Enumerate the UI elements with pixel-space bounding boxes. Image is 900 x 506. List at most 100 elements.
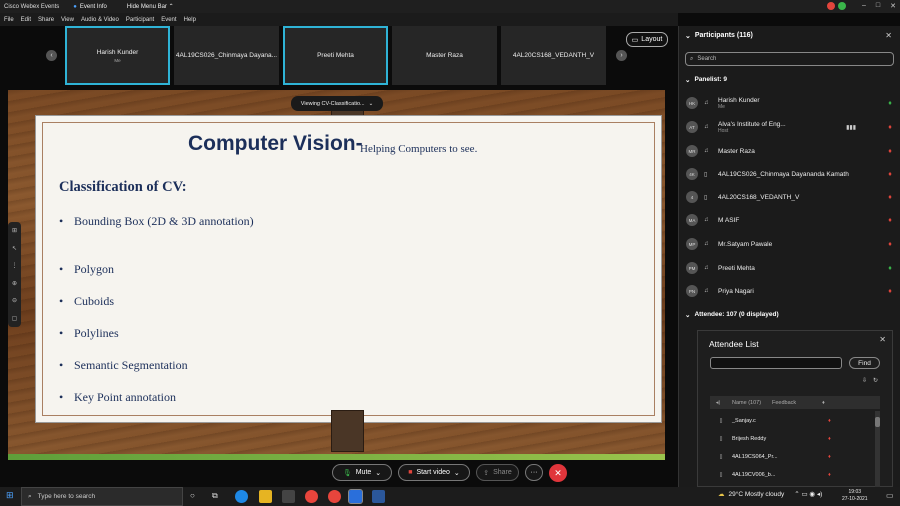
menu-share[interactable]: Share	[38, 17, 54, 23]
video-tile-3[interactable]: Preeti Mehta	[283, 26, 388, 85]
participant-row[interactable]: MP ♫ Mr.Satyam Pawale ♦	[686, 234, 894, 254]
video-tile-5[interactable]: 4AL20CS168_VEDANTH_V	[501, 26, 606, 85]
shared-content: Computer Vision- Helping Computers to se…	[8, 90, 665, 460]
headset-icon: ♫	[704, 100, 709, 106]
cortana-icon[interactable]: ○	[190, 491, 195, 500]
menu-edit[interactable]: Edit	[21, 17, 31, 23]
scroll-thumb[interactable]	[875, 417, 880, 427]
mic-off-icon[interactable]: ♦	[886, 241, 894, 248]
video-tile-1[interactable]: Harish Kunder Me	[65, 26, 170, 85]
mic-off-icon: ♦	[828, 454, 831, 460]
layout-button[interactable]: ▭ Layout	[626, 32, 668, 47]
participant-role: Host	[718, 127, 729, 134]
attendee-row[interactable]: ▯ 4AL19CS064_Pr... ♦	[710, 448, 868, 466]
store-icon[interactable]	[282, 490, 295, 503]
attendee-scrollbar[interactable]	[875, 411, 880, 487]
refresh-icon[interactable]: ↻	[873, 377, 878, 384]
word-icon[interactable]	[372, 490, 385, 503]
mic-off-icon[interactable]: ♦	[886, 217, 894, 224]
tray-icons[interactable]: ⌃ ▭ ◉ ◂)	[794, 490, 822, 498]
mic-off-icon[interactable]: ♦	[886, 124, 894, 131]
mic-off-icon[interactable]: ♦	[886, 288, 894, 295]
headset-icon: ♫	[704, 217, 709, 223]
taskbar-search-placeholder: Type here to search	[37, 493, 96, 500]
profile-dot-icon[interactable]	[838, 2, 846, 10]
hide-menu-bar-button[interactable]: Hide Menu Bar ⌃	[127, 3, 174, 10]
share-button[interactable]: ⇪ Share	[476, 464, 519, 481]
participant-row[interactable]: MA ♫ M ASIF ♦	[686, 210, 894, 230]
headset-icon: ♫	[704, 148, 709, 154]
more-button[interactable]: ···	[525, 464, 543, 481]
attendee-row[interactable]: ▯ _Sanjay.c ♦	[710, 412, 868, 430]
menu-participant[interactable]: Participant	[126, 17, 154, 23]
close-icon[interactable]: ✕	[879, 335, 886, 344]
participant-row[interactable]: 4 ▯ 4AL20CS168_VEDANTH_V ♦	[686, 187, 894, 207]
participant-row[interactable]: PN ♫ Priya Nagari ♦	[686, 281, 894, 301]
taskbar-search-input[interactable]: ⌕ Type here to search	[21, 487, 183, 506]
video-tile-4[interactable]: Master Raza	[392, 26, 497, 85]
file-explorer-icon[interactable]	[259, 490, 272, 503]
minimize-icon[interactable]: –	[862, 2, 866, 10]
col-name[interactable]: Name (107)	[726, 400, 772, 406]
attendee-find-input[interactable]	[710, 357, 842, 369]
windows-start-icon[interactable]: ⊞	[6, 490, 14, 501]
zoom-out-icon[interactable]: ⊖	[12, 297, 17, 304]
zoom-in-icon[interactable]: ⊕	[12, 280, 17, 287]
panelist-section[interactable]: ⌄ Panelist: 9	[685, 76, 727, 84]
participant-row[interactable]: AT ♫ Alva's Institute of Eng... Host ▮▮▮ ♦	[686, 117, 894, 137]
attendee-row[interactable]: ▯ 4AL19CV006_b... ♦	[710, 466, 868, 484]
mute-button[interactable]: 🎙 Mute ⌄	[332, 464, 392, 481]
participant-row[interactable]: HK ♫ Harish Kunder Me ♦	[686, 93, 894, 113]
strip-next-icon[interactable]: ›	[616, 50, 627, 61]
event-info-button[interactable]: ● Event Info	[73, 4, 107, 10]
video-off-icon: ■	[408, 469, 413, 476]
mic-off-icon: ♦	[828, 436, 831, 442]
video-tile-2[interactable]: 4AL19CS026_Chinmaya Dayana...	[174, 26, 279, 85]
leave-button[interactable]: ✕	[549, 464, 567, 482]
start-video-button[interactable]: ■ Start video ⌄	[398, 464, 470, 481]
taskbar-clock[interactable]: 19:03 27-10-2021	[842, 489, 868, 503]
speaker-icon: ◂)	[715, 399, 721, 406]
pointer-icon[interactable]: ↖	[12, 245, 17, 252]
participant-row[interactable]: PM ♫ Preeti Mehta ♦	[686, 258, 894, 278]
export-icon[interactable]: ⇩	[862, 377, 867, 384]
task-view-icon[interactable]: ⧉	[212, 491, 218, 501]
menu-audio-video[interactable]: Audio & Video	[81, 17, 119, 23]
drag-icon[interactable]: ⋮	[12, 262, 18, 269]
participant-row[interactable]: MR ♫ Master Raza ♦	[686, 141, 894, 161]
participant-row[interactable]: 4K ▯ 4AL19CS026_Chinmaya Dayananda Kamath ♦	[686, 164, 894, 184]
video-strip: ‹ Harish Kunder Me 4AL19CS026_Chinmaya Da…	[0, 26, 678, 87]
find-button[interactable]: Find	[849, 357, 880, 369]
expand-icon[interactable]: ⊞	[12, 227, 17, 234]
col-feedback[interactable]: Feedback	[772, 400, 822, 406]
participant-search-input[interactable]: ⌕ Search	[685, 52, 894, 66]
strip-prev-icon[interactable]: ‹	[46, 50, 57, 61]
mic-icon: 🎙	[342, 469, 352, 477]
mic-off-icon[interactable]: ♦	[886, 171, 894, 178]
edge-icon[interactable]	[235, 490, 248, 503]
weather-widget[interactable]: ☁ 29°C Mostly cloudy ⌃ ▭ ◉ ◂)	[718, 490, 822, 499]
panel-close-icon[interactable]: ✕	[885, 31, 892, 40]
webex-taskbar-icon[interactable]	[348, 489, 363, 504]
slide-subtitle: Helping Computers to see.	[360, 143, 478, 155]
mic-on-icon[interactable]: ♦	[886, 100, 894, 107]
mic-on-icon[interactable]: ♦	[886, 265, 894, 272]
maximize-icon[interactable]: □	[876, 2, 880, 10]
chrome-profile-icon[interactable]	[328, 490, 341, 503]
attendee-row[interactable]: ▯ Brijesh Reddy ♦	[710, 430, 868, 448]
menu-view[interactable]: View	[61, 17, 74, 23]
notification-icon[interactable]: ▭	[886, 491, 894, 500]
status-dots	[827, 2, 846, 10]
mic-off-icon[interactable]: ♦	[886, 148, 894, 155]
attendee-section[interactable]: ⌄ Attendee: 107 (0 displayed)	[685, 311, 779, 319]
chrome-icon[interactable]	[305, 490, 318, 503]
viewing-dropdown[interactable]: Viewing CV-Classificatio... ⌄	[291, 96, 383, 111]
menu-event[interactable]: Event	[161, 17, 176, 23]
fit-icon[interactable]: ▢	[12, 315, 18, 322]
avatar: 4	[686, 191, 698, 203]
participants-header[interactable]: ⌄ Participants (116)	[685, 32, 753, 40]
menu-file[interactable]: File	[4, 17, 14, 23]
menu-help[interactable]: Help	[184, 17, 196, 23]
close-icon[interactable]: ✕	[890, 2, 896, 10]
mic-off-icon[interactable]: ♦	[886, 194, 894, 201]
